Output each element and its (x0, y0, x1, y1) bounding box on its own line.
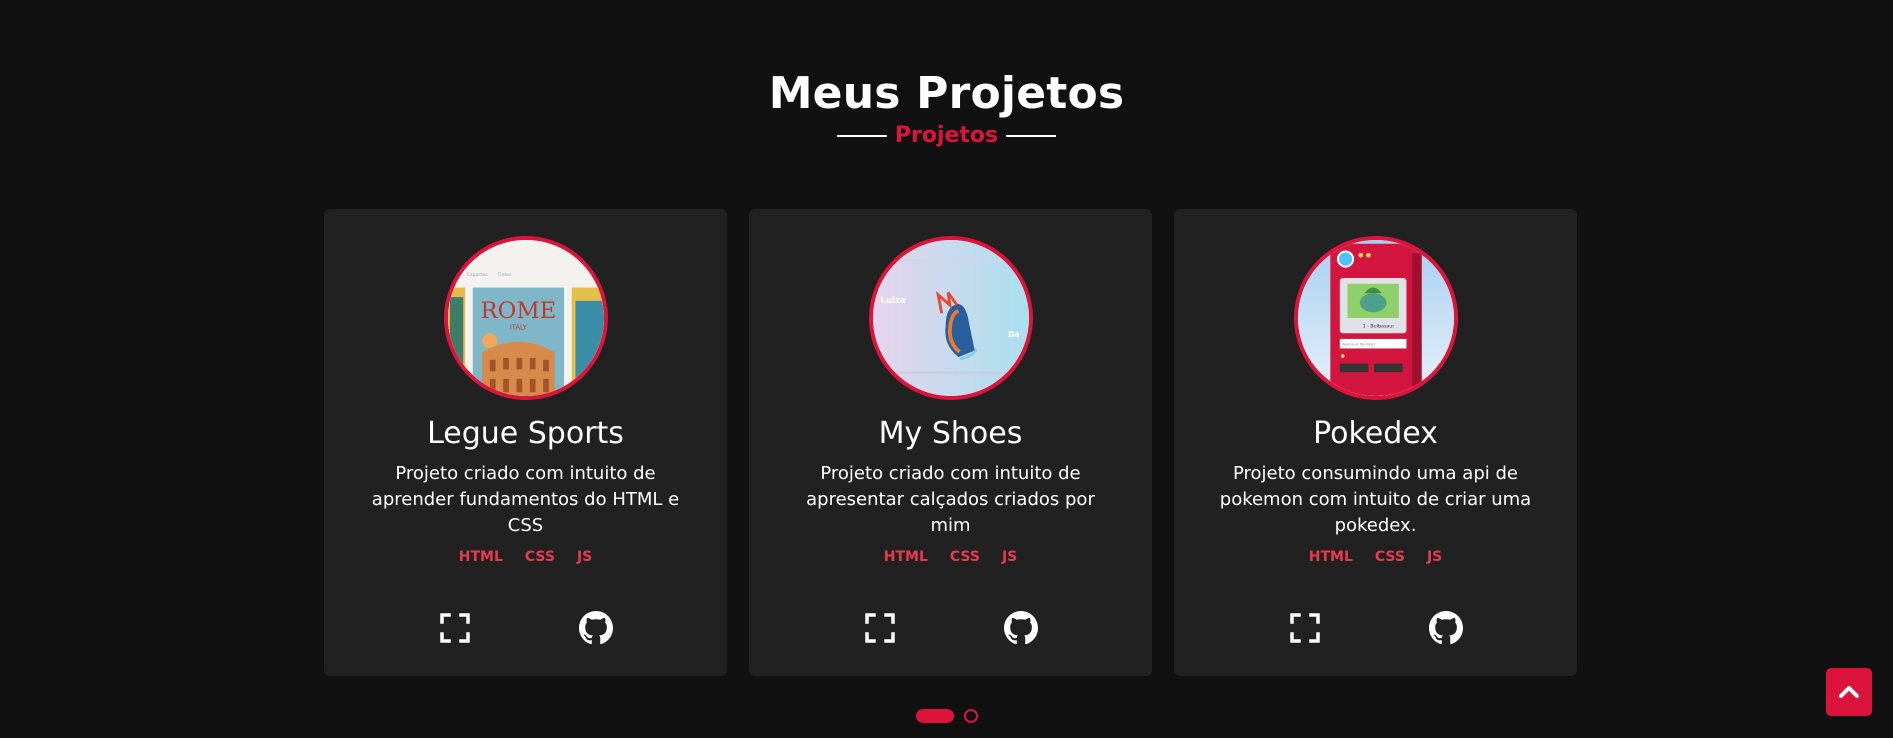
github-icon (1429, 611, 1464, 645)
project-thumbnail: 1 - Bulbasaur Name or Number (1293, 236, 1458, 400)
projects-page: Meus Projetos Projetos ROME ITALY Esport… (0, 0, 1893, 738)
preview-button[interactable] (1285, 608, 1325, 648)
divider-left (836, 134, 887, 137)
project-actions (1174, 608, 1577, 648)
svg-text:Da: Da (1008, 330, 1019, 339)
tag-js: JS (1001, 549, 1018, 565)
fullscreen-icon (440, 613, 470, 643)
section-subtitle: Projetos (0, 123, 1893, 148)
tag-js: JS (576, 549, 593, 565)
project-actions (324, 608, 727, 648)
project-description: Projeto consumindo uma api de pokemon co… (1219, 463, 1532, 536)
tag-css: CSS (1374, 549, 1405, 565)
tag-css: CSS (524, 549, 555, 565)
project-description: Projeto criado com intuito de apresentar… (806, 463, 1095, 536)
project-card-pokedex: 1 - Bulbasaur Name or Number Pokedex Pro… (1174, 209, 1577, 676)
tag-css: CSS (949, 549, 980, 565)
project-title: Legue Sports (427, 416, 624, 451)
project-thumbnail: Luiza Da (868, 236, 1033, 400)
github-button[interactable] (1426, 608, 1466, 648)
tag-html: HTML (1308, 549, 1353, 565)
section-subtitle-label: Projetos (894, 123, 999, 148)
svg-text:Esportes: Esportes (467, 272, 488, 278)
project-tags: HTML CSS JS (1309, 549, 1443, 565)
project-title: Pokedex (1313, 416, 1438, 451)
svg-text:Name or Number: Name or Number (1342, 342, 1375, 347)
fullscreen-icon (1290, 613, 1320, 643)
project-tags: HTML CSS JS (459, 549, 593, 565)
github-icon (1004, 611, 1039, 645)
tag-html: HTML (458, 549, 503, 565)
svg-text:ITALY: ITALY (509, 323, 527, 331)
preview-button[interactable] (435, 608, 475, 648)
project-tags: HTML CSS JS (884, 549, 1018, 565)
project-actions (749, 608, 1152, 648)
project-title: My Shoes (878, 416, 1023, 451)
project-card-my-shoes: Luiza Da My Shoes Projeto criado com int… (749, 209, 1152, 676)
svg-text:1 - Bulbasaur: 1 - Bulbasaur (1362, 324, 1394, 330)
svg-text:Luiza: Luiza (880, 296, 905, 306)
pagination-dot[interactable] (963, 709, 978, 723)
svg-text:ROME: ROME (480, 298, 556, 324)
carousel-pagination (0, 709, 1893, 723)
svg-text:Times: Times (496, 272, 512, 278)
github-icon (579, 611, 614, 645)
section-heading: Meus Projetos Projetos (0, 68, 1893, 148)
back-to-top-button[interactable] (1826, 668, 1872, 716)
pagination-dot-active[interactable] (915, 709, 954, 723)
tag-html: HTML (883, 549, 928, 565)
fullscreen-icon (865, 613, 895, 643)
tag-js: JS (1426, 549, 1443, 565)
projects-carousel: ROME ITALY Esportes Times Legue Sports P… (324, 209, 1577, 676)
project-thumbnail: ROME ITALY Esportes Times (443, 236, 608, 400)
chevron-up-icon (1839, 686, 1859, 698)
divider-right (1006, 134, 1057, 137)
project-card-legue-sports: ROME ITALY Esportes Times Legue Sports P… (324, 209, 727, 676)
section-title: Meus Projetos (768, 68, 1125, 119)
preview-button[interactable] (860, 608, 900, 648)
github-button[interactable] (576, 608, 616, 648)
github-button[interactable] (1001, 608, 1041, 648)
project-description: Projeto criado com intuito de aprender f… (371, 463, 680, 536)
